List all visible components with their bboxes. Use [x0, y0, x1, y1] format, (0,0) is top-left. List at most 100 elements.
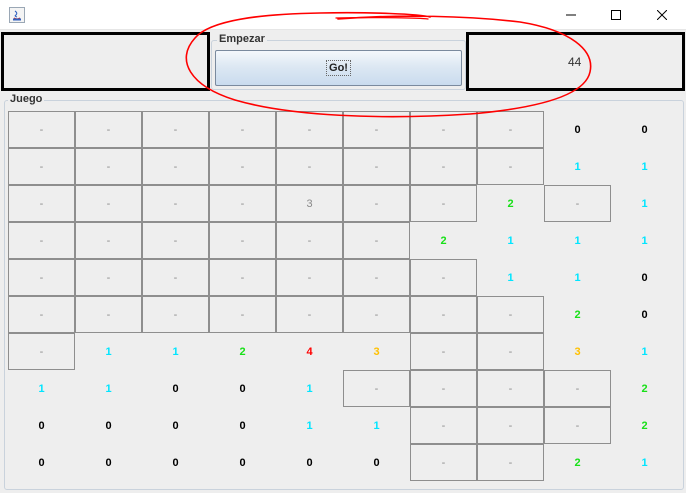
- board-cell-revealed: 3: [373, 345, 380, 358]
- board-cell-button[interactable]: -: [410, 370, 477, 407]
- title-bar: [0, 0, 686, 30]
- board-cell-button[interactable]: -: [410, 111, 477, 148]
- board-cell-revealed: 0: [172, 382, 179, 395]
- board-cell-button[interactable]: -: [410, 407, 477, 444]
- board-cell-button[interactable]: -: [8, 185, 75, 222]
- game-group-legend: Juego: [8, 93, 45, 105]
- board-cell-button[interactable]: -: [343, 296, 410, 333]
- maximize-button[interactable]: [593, 0, 639, 30]
- board-cell-revealed: 2: [507, 197, 514, 210]
- board-cell-button[interactable]: -: [276, 259, 343, 296]
- board-cell-revealed: 0: [239, 419, 246, 432]
- board-cell-button[interactable]: -: [276, 111, 343, 148]
- board-cell-button[interactable]: -: [343, 259, 410, 296]
- board-cell-button[interactable]: -: [410, 444, 477, 481]
- minimize-icon: [566, 14, 576, 16]
- board-cell-button[interactable]: -: [8, 111, 75, 148]
- board-cell-button[interactable]: -: [209, 259, 276, 296]
- board-cell-button[interactable]: -: [209, 222, 276, 259]
- board-cell-button[interactable]: -: [209, 296, 276, 333]
- maximize-icon: [611, 10, 621, 20]
- board-cell-button[interactable]: -: [75, 185, 142, 222]
- board-cell-button[interactable]: -: [142, 185, 209, 222]
- board-cell-revealed: 1: [507, 271, 514, 284]
- board-cell-revealed: 1: [507, 234, 514, 247]
- board-cell-button[interactable]: -: [544, 407, 611, 444]
- board-cell-button[interactable]: -: [8, 148, 75, 185]
- board-cell-revealed: 0: [38, 419, 45, 432]
- board-cell-button[interactable]: -: [477, 111, 544, 148]
- board-cell-button[interactable]: -: [209, 185, 276, 222]
- board-cell-button[interactable]: -: [410, 333, 477, 370]
- board-cell-button[interactable]: -: [343, 222, 410, 259]
- board-cell-button[interactable]: -: [8, 222, 75, 259]
- board-cell-revealed: 0: [105, 419, 112, 432]
- mine-counter: 44: [568, 55, 582, 69]
- board-cell-button[interactable]: -: [477, 296, 544, 333]
- board-cell-revealed: 0: [306, 456, 313, 469]
- board-cell-revealed: 1: [574, 234, 581, 247]
- close-button[interactable]: [639, 0, 685, 30]
- board-cell-button[interactable]: -: [142, 111, 209, 148]
- board-cell-button[interactable]: -: [544, 185, 611, 222]
- board-cell-button[interactable]: -: [75, 111, 142, 148]
- board-cell-revealed: 2: [641, 419, 648, 432]
- board-cell-revealed: 3: [574, 345, 581, 358]
- board-cell-revealed: 0: [239, 456, 246, 469]
- start-group-legend: Empezar: [217, 33, 267, 45]
- board-cell-button[interactable]: -: [477, 444, 544, 481]
- minimize-button[interactable]: [548, 0, 594, 30]
- board-cell-button[interactable]: -: [477, 407, 544, 444]
- board-cell-revealed: 1: [574, 271, 581, 284]
- board-cell-revealed: 1: [641, 456, 648, 469]
- board-cell-revealed: 1: [641, 345, 648, 358]
- board-cell-button[interactable]: -: [276, 148, 343, 185]
- board-cell-revealed: 2: [641, 382, 648, 395]
- board-cell-revealed: 1: [641, 160, 648, 173]
- board-cell-button[interactable]: -: [142, 148, 209, 185]
- board-cell-revealed: 0: [641, 308, 648, 321]
- board-cell-button[interactable]: -: [544, 370, 611, 407]
- board-cell-button[interactable]: -: [276, 296, 343, 333]
- board-cell-button[interactable]: -: [343, 148, 410, 185]
- go-button[interactable]: Go!: [215, 50, 462, 86]
- board-cell-revealed: 0: [172, 456, 179, 469]
- board-cell-button[interactable]: -: [142, 259, 209, 296]
- board-cell-revealed: 0: [239, 382, 246, 395]
- board-cell-button[interactable]: -: [8, 333, 75, 370]
- board-cell-button[interactable]: -: [8, 296, 75, 333]
- board-cell-revealed: 2: [440, 234, 447, 247]
- board-cell-button[interactable]: -: [142, 296, 209, 333]
- board-cell-button[interactable]: -: [276, 222, 343, 259]
- board-cell-button[interactable]: 3: [276, 185, 343, 222]
- java-app-icon: [9, 7, 25, 23]
- board-cell-button[interactable]: -: [343, 111, 410, 148]
- board-cell-button[interactable]: -: [477, 333, 544, 370]
- board-cell-button[interactable]: -: [75, 259, 142, 296]
- board-cell-revealed: 1: [172, 345, 179, 358]
- board-cell-button[interactable]: -: [410, 185, 477, 222]
- board-cell-revealed: 1: [641, 197, 648, 210]
- board-cell-button[interactable]: -: [142, 222, 209, 259]
- board-cell-button[interactable]: -: [477, 148, 544, 185]
- left-status-panel: [1, 32, 210, 91]
- board-cell-revealed: 1: [574, 160, 581, 173]
- board-cell-button[interactable]: -: [209, 148, 276, 185]
- board-cell-revealed: 1: [306, 382, 313, 395]
- board-cell-button[interactable]: -: [8, 259, 75, 296]
- board-cell-button[interactable]: -: [410, 148, 477, 185]
- board-cell-button[interactable]: -: [343, 185, 410, 222]
- board-cell-button[interactable]: -: [75, 222, 142, 259]
- board-cell-button[interactable]: -: [410, 259, 477, 296]
- board-cell-revealed: 0: [172, 419, 179, 432]
- board-cell-button[interactable]: -: [209, 111, 276, 148]
- board-cell-button[interactable]: -: [75, 296, 142, 333]
- board-cell-button[interactable]: -: [343, 370, 410, 407]
- board-cell-revealed: 2: [574, 308, 581, 321]
- start-group: Empezar Go!: [211, 33, 466, 90]
- board-cell-revealed: 1: [38, 382, 45, 395]
- board-cell-button[interactable]: -: [477, 370, 544, 407]
- board-cell-button[interactable]: -: [75, 148, 142, 185]
- board-cell-button[interactable]: -: [410, 296, 477, 333]
- board-cell-revealed: 0: [641, 123, 648, 136]
